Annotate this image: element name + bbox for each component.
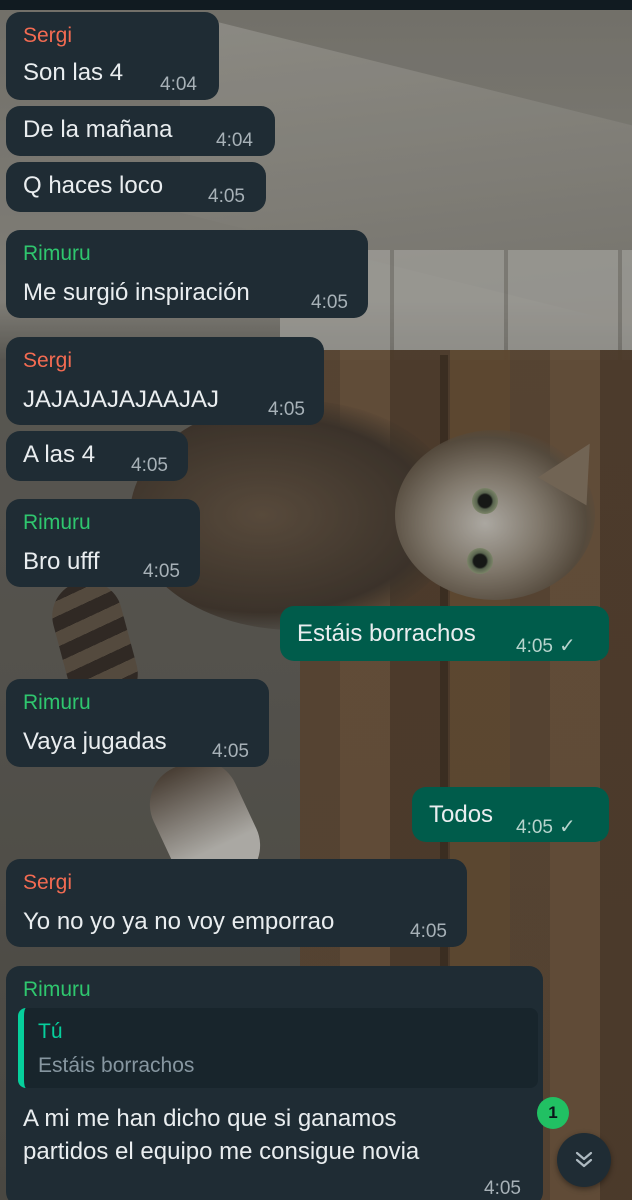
message-bubble[interactable]: Sergi Son las 4 4:04 — [6, 12, 219, 100]
sender-name[interactable]: Rimuru — [23, 511, 91, 535]
message-bubble[interactable]: Q haces loco 4:05 — [6, 162, 266, 212]
message-time: 4:05 — [484, 1178, 521, 1199]
message-time: 4:04 — [216, 130, 253, 151]
quoted-text: Estáis borrachos — [38, 1054, 195, 1077]
sender-name[interactable]: Rimuru — [23, 978, 91, 1002]
message-text: Todos — [429, 801, 494, 828]
sender-name[interactable]: Sergi — [23, 349, 72, 373]
message-line: partidos el equipo me consigue novia — [23, 1138, 420, 1165]
message-text: Yo no yo ya no voy emporrao — [23, 908, 335, 935]
message-bubble[interactable]: Rimuru Me surgió inspiración 4:05 — [6, 230, 368, 318]
message-text: JAJAJAJAJAAJAJ — [23, 386, 220, 413]
message-bubble[interactable]: Sergi JAJAJAJAJAAJAJ 4:05 — [6, 337, 324, 425]
message-text: Estáis borrachos — [297, 620, 476, 647]
message-time: 4:05 — [208, 186, 245, 207]
message-bubble[interactable]: A las 4 4:05 — [6, 431, 188, 481]
message-text: De la mañana — [23, 116, 173, 143]
unread-count-badge[interactable]: 1 — [537, 1097, 569, 1129]
message-text: Me surgió inspiración — [23, 279, 250, 306]
message-text: Bro ufff — [23, 548, 100, 575]
message-line: A mi me han dicho que si ganamos — [23, 1105, 397, 1132]
message-text: A las 4 — [23, 441, 96, 468]
quoted-author: Tú — [38, 1020, 63, 1043]
message-text: Q haces loco — [23, 172, 164, 199]
sender-name[interactable]: Sergi — [23, 871, 72, 895]
message-bubble-outgoing[interactable]: Estáis borrachos 4:05 ✓ — [280, 606, 609, 661]
message-bubble-reply[interactable]: Rimuru Tú Estáis borrachos A mi me han d… — [6, 966, 543, 1200]
double-chevron-down-icon — [575, 1151, 593, 1168]
message-bubble[interactable]: Rimuru Bro ufff 4:05 — [6, 499, 200, 587]
message-time: 4:05 — [212, 741, 249, 762]
sender-name[interactable]: Sergi — [23, 24, 72, 48]
message-time: 4:05 — [143, 561, 180, 582]
message-time: 4:05 ✓ — [516, 635, 576, 657]
message-bubble-outgoing[interactable]: Todos 4:05 ✓ — [412, 787, 609, 842]
message-time: 4:05 — [268, 399, 305, 420]
message-text: Vaya jugadas — [23, 728, 167, 755]
scroll-to-bottom-button[interactable] — [557, 1133, 611, 1187]
sender-name[interactable]: Rimuru — [23, 242, 91, 266]
message-time: 4:05 — [131, 455, 168, 476]
message-time: 4:05 — [410, 921, 447, 942]
quoted-message[interactable]: Tú Estáis borrachos — [18, 1008, 538, 1088]
message-time: 4:05 — [311, 292, 348, 313]
sender-name[interactable]: Rimuru — [23, 691, 91, 715]
single-check-icon: ✓ — [558, 635, 576, 657]
message-text: Son las 4 — [23, 59, 124, 86]
message-bubble[interactable]: Sergi Yo no yo ya no voy emporrao 4:05 — [6, 859, 467, 947]
single-check-icon: ✓ — [558, 816, 576, 838]
message-time: 4:04 — [160, 74, 197, 95]
message-bubble[interactable]: De la mañana 4:04 — [6, 106, 275, 156]
message-bubble[interactable]: Rimuru Vaya jugadas 4:05 — [6, 679, 269, 767]
message-time: 4:05 ✓ — [516, 816, 576, 838]
top-bar-edge — [0, 0, 632, 10]
message-text: A mi me han dicho que si ganamos partido… — [23, 1102, 419, 1168]
